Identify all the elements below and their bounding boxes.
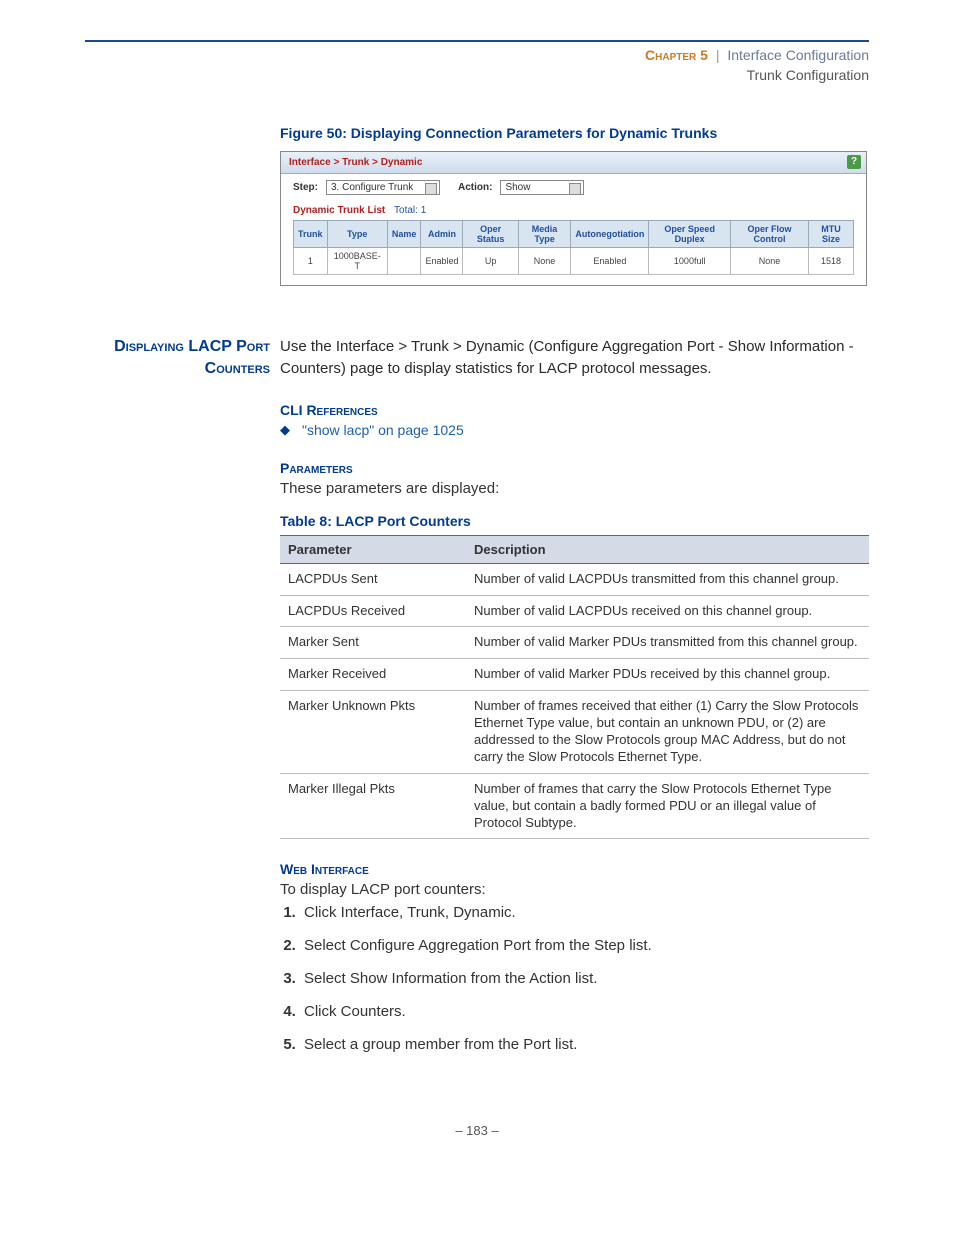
action-label: Action:: [458, 182, 492, 193]
step-item: Select a group member from the Port list…: [300, 1036, 869, 1053]
trunk-table: Trunk Type Name Admin Oper Status Media …: [293, 220, 854, 275]
parameters-heading: Parameters: [280, 460, 869, 476]
header-separator: |: [716, 47, 720, 63]
parameter-table: Parameter Description LACPDUs SentNumber…: [280, 535, 869, 840]
step-item: Click Counters.: [300, 1003, 869, 1020]
header-divider: [85, 40, 869, 42]
col-type: Type: [327, 221, 387, 248]
header-subtitle: Trunk Configuration: [747, 67, 869, 83]
table-row: LACPDUs ReceivedNumber of valid LACPDUs …: [280, 595, 869, 627]
parameters-intro: These parameters are displayed:: [280, 480, 869, 497]
col-speed-duplex: Oper Speed Duplex: [649, 221, 731, 248]
breadcrumb-text: Interface > Trunk > Dynamic: [289, 157, 422, 168]
desc-col-header: Description: [466, 535, 869, 563]
col-oper-status: Oper Status: [463, 221, 518, 248]
step-select[interactable]: 3. Configure Trunk: [326, 180, 440, 195]
col-trunk: Trunk: [294, 221, 328, 248]
param-col-header: Parameter: [280, 535, 466, 563]
steps-list: Click Interface, Trunk, Dynamic. Select …: [280, 904, 869, 1053]
table-row: Marker SentNumber of valid Marker PDUs t…: [280, 627, 869, 659]
col-autoneg: Autonegotiation: [571, 221, 649, 248]
header-title: Interface Configuration: [727, 47, 869, 63]
table-row: LACPDUs SentNumber of valid LACPDUs tran…: [280, 563, 869, 595]
diamond-bullet-icon: ◆: [280, 422, 302, 438]
table-row: 1 1000BASE-T Enabled Up None Enabled 100…: [294, 248, 854, 275]
action-select[interactable]: Show: [500, 180, 584, 195]
page-header: Chapter 5 | Interface Configuration Trun…: [85, 46, 869, 85]
col-media-type: Media Type: [518, 221, 571, 248]
col-mtu: MTU Size: [809, 221, 854, 248]
intro-text: Use the Interface > Trunk > Dynamic (Con…: [280, 336, 869, 380]
step-item: Select Show Information from the Action …: [300, 970, 869, 987]
step-label: Step:: [293, 182, 318, 193]
web-intro: To display LACP port counters:: [280, 881, 869, 898]
chapter-label: Chapter 5: [645, 47, 708, 63]
cli-link[interactable]: "show lacp" on page 1025: [302, 422, 464, 438]
col-flow-control: Oper Flow Control: [730, 221, 808, 248]
step-item: Click Interface, Trunk, Dynamic.: [300, 904, 869, 921]
figure-title: Figure 50: Displaying Connection Paramet…: [280, 125, 869, 141]
table-row: Marker Unknown PktsNumber of frames rece…: [280, 691, 869, 774]
cli-heading: CLI References: [280, 402, 869, 418]
screenshot-breadcrumb: Interface > Trunk > Dynamic ?: [281, 152, 866, 174]
section-heading: Displaying LACP Port Counters: [85, 336, 280, 380]
help-icon[interactable]: ?: [847, 155, 861, 169]
col-name: Name: [387, 221, 421, 248]
step-item: Select Configure Aggregation Port from t…: [300, 937, 869, 954]
col-admin: Admin: [421, 221, 463, 248]
page-number: – 183 –: [85, 1123, 869, 1138]
table-row: Marker Illegal PktsNumber of frames that…: [280, 773, 869, 839]
list-total: Total: 1: [394, 205, 426, 216]
screenshot-panel: Interface > Trunk > Dynamic ? Step: 3. C…: [280, 151, 867, 286]
table-row: Marker ReceivedNumber of valid Marker PD…: [280, 659, 869, 691]
table-title: Table 8: LACP Port Counters: [280, 513, 869, 529]
list-title: Dynamic Trunk List: [293, 205, 385, 216]
web-heading: Web Interface: [280, 861, 869, 877]
